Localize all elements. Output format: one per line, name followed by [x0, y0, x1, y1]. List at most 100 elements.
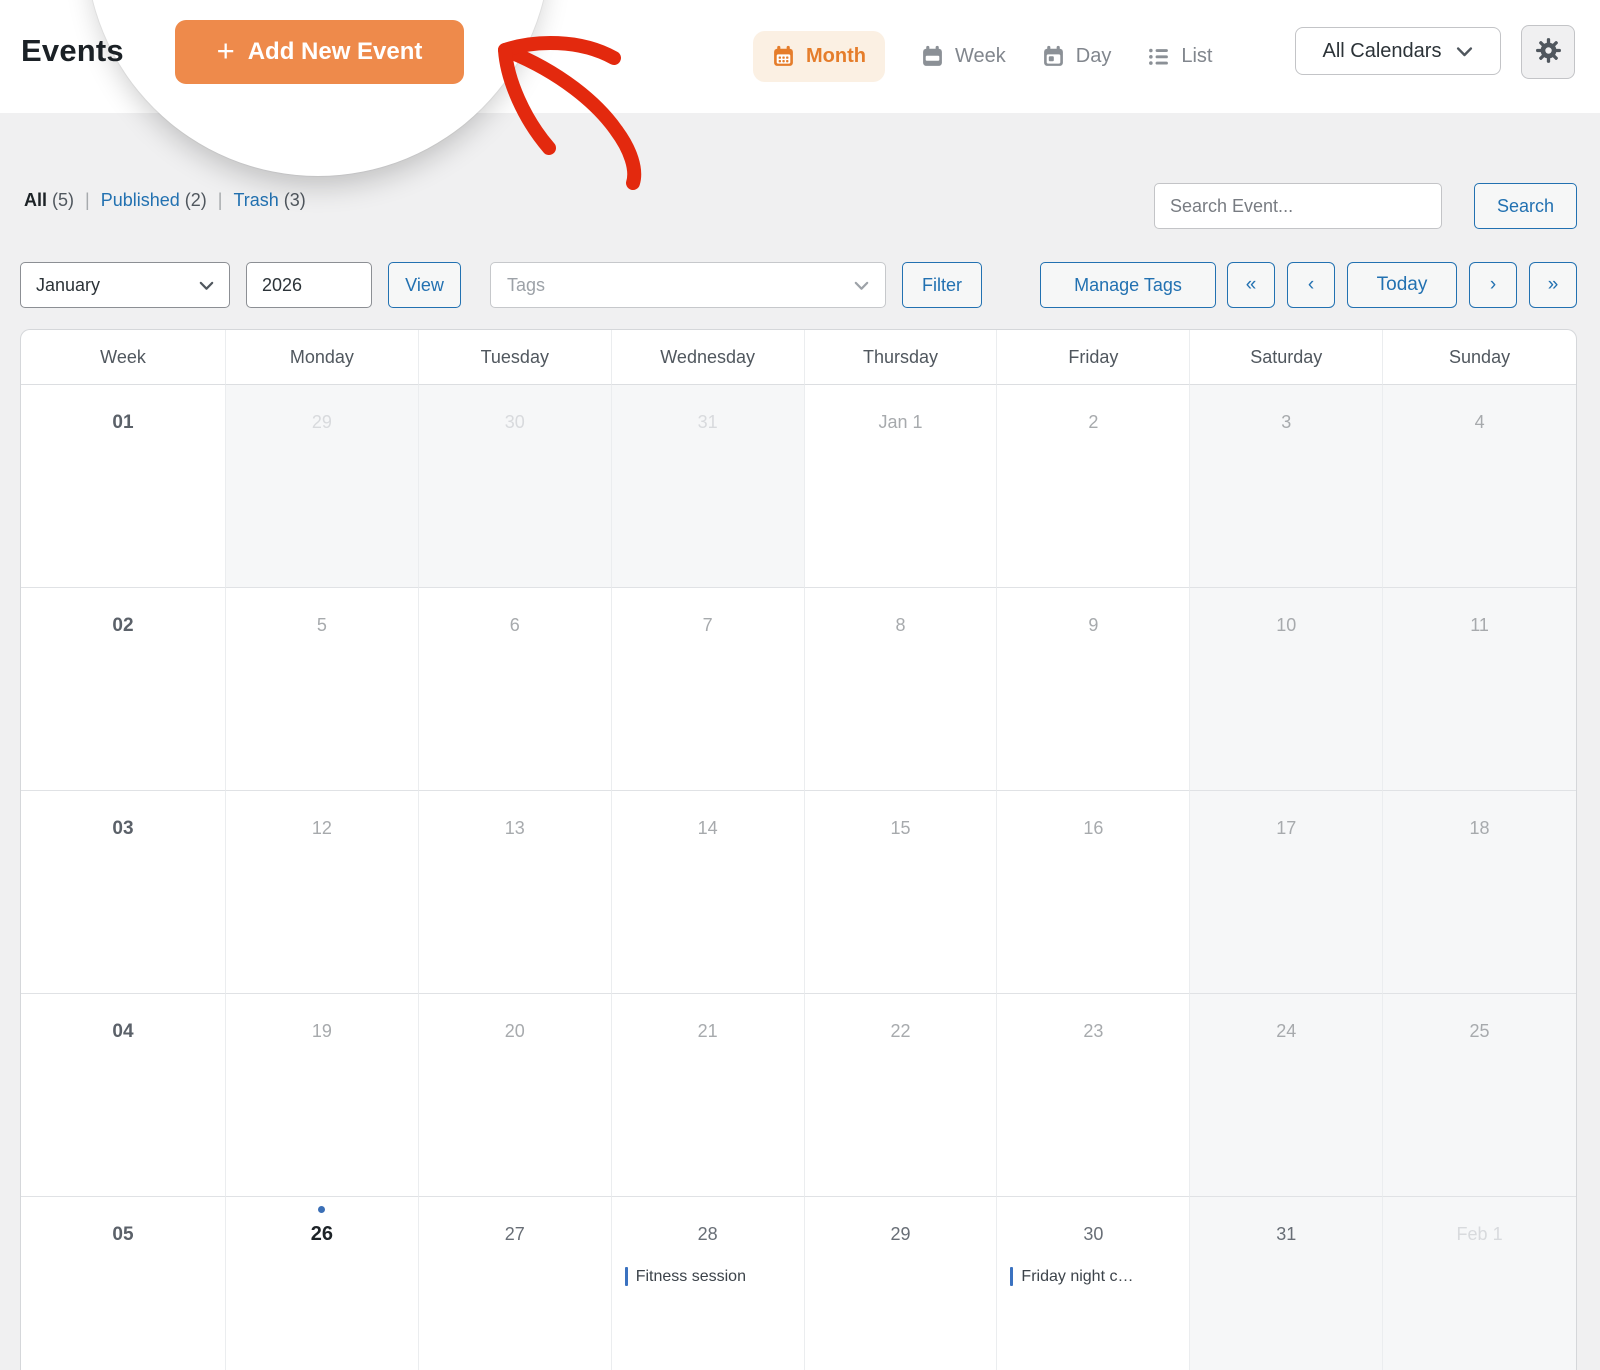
view-tab-week[interactable]: Week: [921, 45, 1006, 68]
chevron-down-icon: [199, 275, 214, 296]
filter-link-label: Trash: [233, 190, 284, 210]
view-switcher: Month Week Day List: [753, 0, 1212, 113]
day-number: 31: [1276, 1224, 1297, 1244]
calendar-day-cell[interactable]: 30 Friday night c…: [997, 1197, 1191, 1370]
day-number: 13: [504, 818, 525, 838]
view-tab-day[interactable]: Day: [1042, 45, 1111, 68]
calendar-day-cell[interactable]: 22: [804, 994, 998, 1197]
week-number-cell: 01: [21, 385, 226, 588]
month-select-value: January: [36, 274, 101, 295]
calendar-day-cell[interactable]: 31: [611, 385, 805, 588]
view-tab-list[interactable]: List: [1147, 45, 1212, 68]
event-title: Fitness session: [635, 1267, 746, 1285]
calendar-day-cell[interactable]: 11: [1383, 588, 1576, 791]
settings-button[interactable]: [1521, 25, 1575, 79]
plus-icon: +: [216, 33, 235, 68]
filter-link-count: (5): [52, 190, 75, 210]
calendar-day-cell[interactable]: 7: [611, 588, 805, 791]
view-tab-month[interactable]: Month: [753, 31, 885, 82]
day-number: 25: [1469, 1021, 1490, 1041]
calendar-day-cell[interactable]: 18: [1383, 791, 1576, 994]
events-admin-page: Events + Add New Event Month Week Day List …: [0, 0, 1600, 1370]
calendar-day-cell[interactable]: 2: [997, 385, 1191, 588]
pagination-last-button[interactable]: »: [1529, 262, 1577, 308]
calendar-day-cell[interactable]: 26: [226, 1197, 419, 1370]
chevron-down-icon: [854, 275, 869, 296]
calendar-day-cell[interactable]: 15: [804, 791, 998, 994]
pagination-today-button[interactable]: Today: [1347, 262, 1457, 308]
filter-link-published[interactable]: Published (2): [101, 190, 207, 211]
calendar-day-cell[interactable]: Jan 1: [804, 385, 998, 588]
day-header-thursday: Thursday: [804, 330, 998, 385]
day-number: 4: [1474, 412, 1485, 432]
filter-link-label: All: [24, 190, 53, 210]
day-header-week: Week: [21, 330, 226, 385]
week-number-cell: 03: [21, 791, 226, 994]
pagination-prev-button[interactable]: ‹: [1287, 262, 1335, 308]
calendar-day-cell[interactable]: 24: [1190, 994, 1384, 1197]
day-header-wednesday: Wednesday: [611, 330, 805, 385]
view-button[interactable]: View: [388, 262, 461, 308]
pagination-first-button[interactable]: «: [1227, 262, 1275, 308]
tags-placeholder: Tags: [507, 274, 546, 295]
calendar-day-cell[interactable]: 16: [997, 791, 1191, 994]
calendar-week-row: 02 5 6 7 8 9 10 11: [21, 588, 1576, 791]
calendar-week-icon: [921, 45, 944, 68]
filter-link-trash[interactable]: Trash (3): [233, 190, 305, 211]
day-number: Jan 1: [878, 412, 923, 432]
search-input[interactable]: [1154, 183, 1442, 229]
calendar-day-cell[interactable]: 9: [997, 588, 1191, 791]
day-number: 30: [504, 412, 525, 432]
calendar-day-cell[interactable]: 4: [1383, 385, 1576, 588]
filter-button[interactable]: Filter: [902, 262, 982, 308]
calendar-day-cell[interactable]: Feb 1: [1383, 1197, 1576, 1370]
calendar-day-cell[interactable]: 10: [1190, 588, 1384, 791]
day-number: 17: [1276, 818, 1297, 838]
calendar-day-cell[interactable]: 27: [419, 1197, 612, 1370]
day-number: 5: [316, 615, 327, 635]
list-icon: [1147, 45, 1170, 68]
calendar-day-cell[interactable]: 19: [226, 994, 419, 1197]
day-header-monday: Monday: [226, 330, 419, 385]
day-header-sunday: Sunday: [1383, 330, 1576, 385]
calendar-event[interactable]: Fitness session: [612, 1267, 804, 1286]
calendar-day-cell[interactable]: 31: [1190, 1197, 1384, 1370]
calendar-day-cell[interactable]: 23: [997, 994, 1191, 1197]
tags-select[interactable]: Tags: [490, 262, 886, 308]
day-number: 14: [697, 818, 718, 838]
calendar-day-cell[interactable]: 29: [226, 385, 419, 588]
view-tab-label: Week: [954, 45, 1006, 67]
calendar-day-cell[interactable]: 29: [805, 1197, 998, 1370]
manage-tags-button[interactable]: Manage Tags: [1040, 262, 1216, 308]
month-select[interactable]: January: [20, 262, 230, 308]
calendar-day-cell[interactable]: 5: [226, 588, 419, 791]
calendar-day-cell[interactable]: 12: [226, 791, 419, 994]
event-title: Friday night c…: [1021, 1267, 1134, 1285]
all-calendars-dropdown[interactable]: All Calendars: [1295, 27, 1501, 75]
calendar-day-cell[interactable]: 6: [418, 588, 612, 791]
calendar-day-cell[interactable]: 30: [418, 385, 612, 588]
calendar-day-cell[interactable]: 14: [611, 791, 805, 994]
year-input[interactable]: [246, 262, 372, 308]
calendar-day-cell[interactable]: 25: [1383, 994, 1576, 1197]
separator: |: [85, 190, 90, 210]
calendar-month-icon: [772, 45, 795, 68]
day-number: 9: [1088, 615, 1099, 635]
day-number: 7: [702, 615, 713, 635]
filter-link-all[interactable]: All (5): [24, 190, 74, 211]
pagination-next-button[interactable]: ›: [1469, 262, 1517, 308]
calendar-day-cell[interactable]: 17: [1190, 791, 1384, 994]
calendar-day-cell[interactable]: 13: [418, 791, 612, 994]
day-number: 12: [311, 818, 332, 838]
calendar-day-cell[interactable]: 20: [418, 994, 612, 1197]
calendar-day-cell[interactable]: 8: [804, 588, 998, 791]
calendar-day-cell[interactable]: 21: [611, 994, 805, 1197]
calendar-event[interactable]: Friday night c…: [997, 1267, 1189, 1286]
search-button[interactable]: Search: [1474, 183, 1577, 229]
view-tab-label: List: [1181, 45, 1213, 67]
add-new-event-button[interactable]: + Add New Event: [175, 20, 464, 84]
calendar-week-row: 05 26 27 28 Fitness session 29 30 Friday night …: [21, 1197, 1576, 1370]
calendar-day-cell[interactable]: 3: [1190, 385, 1384, 588]
day-number: Feb 1: [1456, 1224, 1503, 1244]
calendar-day-cell[interactable]: 28 Fitness session: [612, 1197, 805, 1370]
